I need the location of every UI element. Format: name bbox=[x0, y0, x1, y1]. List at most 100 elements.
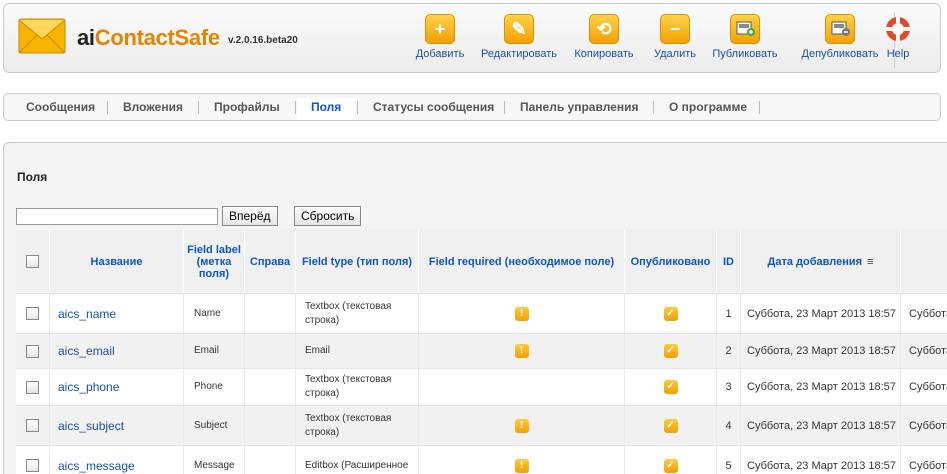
row-type-cell: Email bbox=[296, 334, 419, 368]
row-required-cell: ! bbox=[419, 334, 625, 368]
field-label: Email bbox=[194, 345, 220, 356]
row-name-cell: aics_subject bbox=[50, 406, 184, 445]
tab-attachments[interactable]: Вложения bbox=[123, 100, 183, 114]
field-name-link[interactable]: aics_subject bbox=[50, 419, 124, 433]
header-date-modified[interactable]: ре bbox=[901, 230, 947, 293]
select-all-checkbox[interactable] bbox=[26, 255, 39, 268]
row-name-cell: aics_message bbox=[50, 446, 184, 474]
published-check-icon[interactable]: ✓ bbox=[663, 380, 678, 394]
row-checkbox[interactable] bbox=[26, 459, 39, 472]
header-field-required[interactable]: Field required (необходимое поле) bbox=[419, 230, 625, 293]
tab-about[interactable]: О программе bbox=[669, 100, 747, 114]
row-date-modified: Суббота bbox=[901, 446, 947, 474]
required-warning-icon[interactable]: ! bbox=[514, 418, 529, 433]
row-published-cell: ✓ bbox=[625, 334, 717, 368]
field-type: Editbox (Расширенное bbox=[305, 459, 409, 471]
required-warning-icon[interactable]: ! bbox=[514, 458, 529, 473]
tab-divider bbox=[653, 101, 654, 114]
row-right-cell bbox=[245, 369, 296, 405]
tab-divider bbox=[107, 101, 108, 114]
published-check-icon[interactable]: ✓ bbox=[663, 306, 678, 321]
row-checkbox[interactable] bbox=[26, 380, 39, 394]
row-date-added: Суббота, 23 Март 2013 18:57 bbox=[741, 446, 901, 474]
row-type-cell: Textbox (текстовая строка) bbox=[296, 294, 419, 333]
row-date-added: Суббота, 23 Март 2013 18:57 bbox=[741, 334, 901, 368]
row-date-modified: Суббота bbox=[901, 369, 947, 405]
tab-message-statuses[interactable]: Статусы сообщения bbox=[373, 100, 494, 114]
reset-button[interactable]: Сбросить bbox=[294, 206, 362, 226]
row-published-cell: ✓ bbox=[625, 446, 717, 474]
published-check-icon[interactable]: ✓ bbox=[663, 458, 678, 473]
tab-fields[interactable]: Поля bbox=[297, 98, 356, 120]
row-date-modified: Суббота bbox=[901, 334, 947, 368]
field-name-link[interactable]: aics_phone bbox=[50, 380, 119, 394]
required-warning-icon[interactable]: ! bbox=[514, 306, 529, 321]
tab-divider bbox=[504, 101, 505, 114]
publish-button[interactable]: Публиковать bbox=[700, 14, 790, 68]
app-version: v.2.0.16.beta20 bbox=[228, 35, 298, 46]
row-label-cell: Subject bbox=[184, 406, 245, 445]
field-name-link[interactable]: aics_email bbox=[50, 344, 115, 358]
header-published[interactable]: Опубликовано bbox=[625, 230, 717, 293]
row-required-cell: ! bbox=[419, 406, 625, 445]
row-label-cell: Phone bbox=[184, 369, 245, 405]
required-warning-icon[interactable]: ! bbox=[514, 344, 529, 358]
header-name[interactable]: Название bbox=[50, 230, 184, 293]
field-label: Subject bbox=[194, 419, 228, 431]
row-checkbox[interactable] bbox=[26, 419, 39, 432]
row-id: 5 bbox=[717, 446, 741, 474]
add-button[interactable]: + Добавить bbox=[395, 14, 485, 68]
row-label-cell: Name bbox=[184, 294, 245, 333]
header-select-all-cell bbox=[16, 230, 50, 293]
row-id: 1 bbox=[717, 294, 741, 333]
unpublish-button-label: Депубликовать bbox=[801, 48, 879, 60]
row-checkbox-cell bbox=[16, 446, 50, 474]
row-label-cell: Email bbox=[184, 334, 245, 368]
row-date-modified: Суббота bbox=[901, 294, 947, 333]
help-button[interactable]: Help bbox=[873, 14, 923, 68]
field-type: Textbox (текстовая строка) bbox=[305, 374, 392, 399]
table-row: aics_phone Phone Textbox (текстовая стро… bbox=[16, 368, 947, 405]
unpublish-button[interactable]: Депубликовать bbox=[795, 14, 885, 68]
edit-icon: ✎ bbox=[504, 14, 534, 44]
field-name-link[interactable]: aics_message bbox=[50, 459, 135, 473]
tab-divider bbox=[357, 101, 358, 114]
field-name-link[interactable]: aics_name bbox=[50, 307, 116, 321]
row-checkbox[interactable] bbox=[26, 344, 39, 358]
row-date-modified: Суббота bbox=[901, 406, 947, 445]
field-label: Phone bbox=[194, 381, 223, 392]
tab-control-panel[interactable]: Панель управления bbox=[520, 100, 638, 114]
tab-messages[interactable]: Сообщения bbox=[26, 100, 95, 114]
field-label: Message bbox=[194, 459, 235, 471]
header-right[interactable]: Справа bbox=[245, 230, 296, 293]
row-checkbox[interactable] bbox=[26, 307, 39, 320]
row-right-cell bbox=[245, 294, 296, 333]
header-id[interactable]: ID bbox=[717, 230, 741, 293]
edit-button[interactable]: ✎ Редактировать bbox=[474, 14, 564, 68]
published-check-icon[interactable]: ✓ bbox=[663, 418, 678, 433]
app-title-rest: ContactSafe bbox=[94, 25, 220, 50]
row-name-cell: aics_email bbox=[50, 334, 184, 368]
row-right-cell bbox=[245, 406, 296, 445]
field-type: Textbox (текстовая строка) bbox=[305, 412, 392, 438]
row-date-added: Суббота, 23 Март 2013 18:57 bbox=[741, 406, 901, 445]
tab-divider bbox=[198, 101, 199, 114]
row-right-cell bbox=[245, 334, 296, 368]
header-field-label[interactable]: Field label (метка поля) bbox=[184, 230, 245, 293]
row-label-cell: Message bbox=[184, 446, 245, 474]
tab-profiles[interactable]: Профайлы bbox=[214, 100, 280, 114]
go-button[interactable]: Вперёд bbox=[222, 206, 278, 226]
row-required-cell[interactable] bbox=[419, 369, 625, 405]
published-check-icon[interactable]: ✓ bbox=[663, 344, 678, 358]
row-type-cell: Textbox (текстовая строка) bbox=[296, 406, 419, 445]
content-panel: Поля Вперёд Сбросить Название Field labe… bbox=[3, 142, 947, 474]
app-title: aiContactSafe bbox=[77, 25, 220, 51]
help-icon bbox=[886, 17, 910, 41]
tab-divider bbox=[295, 101, 296, 114]
filter-input[interactable] bbox=[16, 208, 218, 225]
header-field-type[interactable]: Field type (тип поля) bbox=[296, 230, 419, 293]
header-date-added[interactable]: Дата добавления ≡ bbox=[741, 230, 901, 293]
row-name-cell: aics_name bbox=[50, 294, 184, 333]
edit-button-label: Редактировать bbox=[481, 48, 557, 60]
row-checkbox-cell bbox=[16, 406, 50, 445]
